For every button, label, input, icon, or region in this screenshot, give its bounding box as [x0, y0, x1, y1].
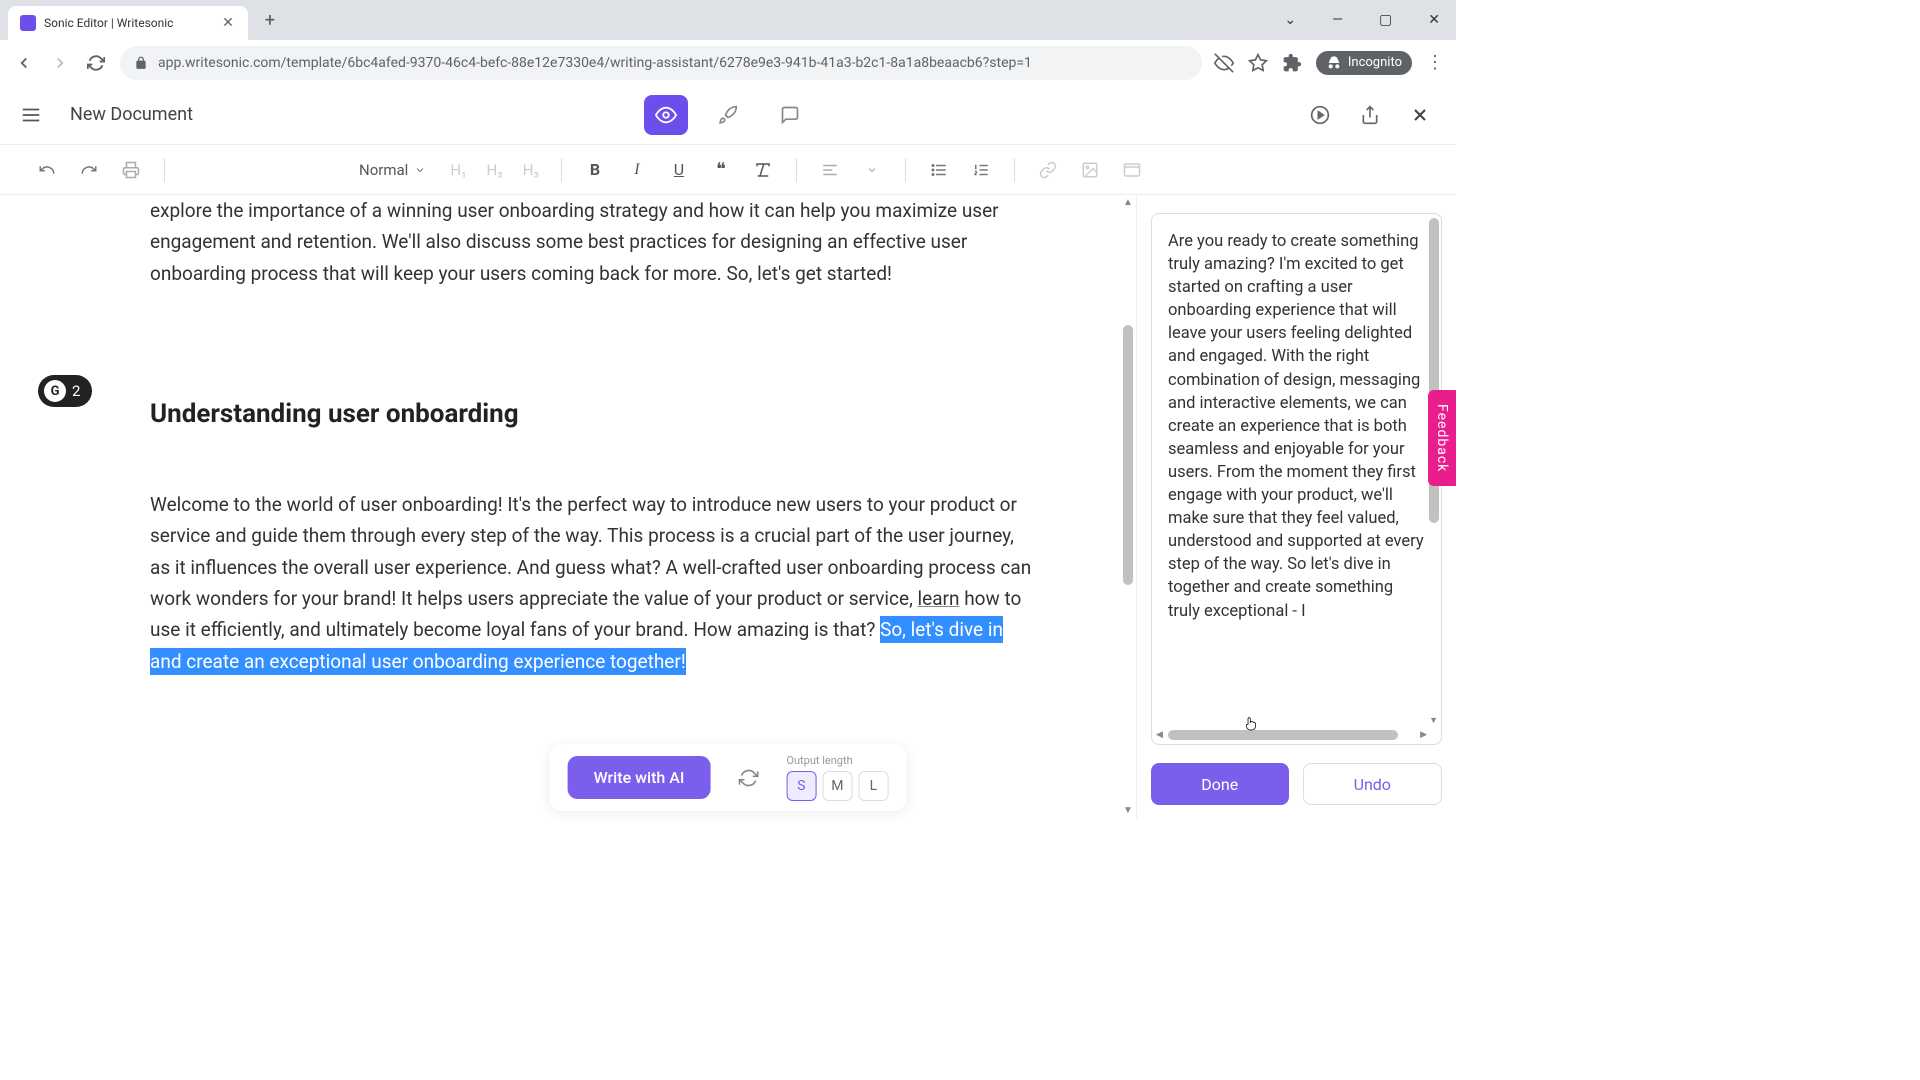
align-dropdown[interactable] [855, 153, 889, 187]
bullet-list-button[interactable] [922, 153, 956, 187]
paragraph[interactable]: explore the importance of a winning user… [150, 195, 1036, 289]
h1-button[interactable]: H₁ [444, 161, 472, 179]
print-button[interactable] [114, 153, 148, 187]
minimize-button[interactable]: ― [1324, 8, 1351, 32]
grammar-count: 2 [72, 382, 80, 400]
number-list-button[interactable] [964, 153, 998, 187]
close-panel-button[interactable] [1404, 99, 1436, 131]
italic-button[interactable]: I [620, 153, 654, 187]
forward-button[interactable] [48, 51, 72, 75]
style-select[interactable]: Normal [349, 161, 436, 179]
url-text: app.writesonic.com/template/6bc4afed-937… [158, 55, 1188, 71]
heading-2[interactable]: Understanding user onboarding [150, 399, 1036, 429]
extensions-icon[interactable] [1282, 53, 1302, 73]
refresh-button[interactable] [84, 51, 108, 75]
tab-close-icon[interactable]: ✕ [220, 15, 236, 31]
hamburger-menu[interactable] [20, 104, 50, 126]
back-button[interactable] [12, 51, 36, 75]
scroll-down-arrow[interactable]: ▼ [1122, 805, 1134, 817]
video-button[interactable] [1115, 153, 1149, 187]
ai-suggestion-box: Are you ready to create something truly … [1151, 213, 1442, 745]
side-scrollbar-h[interactable]: ◀ ▶ [1156, 730, 1427, 742]
image-button[interactable] [1073, 153, 1107, 187]
paragraph[interactable]: Welcome to the world of user onboarding!… [150, 489, 1036, 677]
preview-button[interactable] [644, 95, 688, 135]
eye-off-icon[interactable] [1214, 53, 1234, 73]
browser-tab[interactable]: Sonic Editor | Writesonic ✕ [8, 6, 248, 40]
write-with-ai-button[interactable]: Write with AI [568, 756, 711, 799]
incognito-badge: Incognito [1316, 51, 1412, 75]
maximize-button[interactable]: ▢ [1371, 8, 1400, 32]
menu-dots-icon[interactable]: ⋮ [1426, 52, 1444, 73]
grammar-badge[interactable]: G 2 [38, 375, 92, 407]
h2-button[interactable]: H₂ [481, 161, 509, 179]
grammarly-icon: G [44, 380, 66, 402]
ai-suggestion-text[interactable]: Are you ready to create something truly … [1168, 230, 1425, 650]
close-window-button[interactable]: ✕ [1420, 8, 1448, 32]
undo-button[interactable] [30, 153, 64, 187]
tab-favicon [20, 15, 36, 31]
done-button[interactable]: Done [1151, 763, 1289, 805]
spellcheck-word[interactable]: learn [918, 587, 960, 610]
new-tab-button[interactable]: + [256, 6, 284, 34]
star-icon[interactable] [1248, 53, 1268, 73]
feedback-tab[interactable]: Feedback [1428, 390, 1456, 486]
scrollbar-thumb[interactable] [1123, 325, 1133, 585]
link-button[interactable] [1031, 153, 1065, 187]
h3-button[interactable]: H₃ [517, 161, 545, 179]
url-bar[interactable]: app.writesonic.com/template/6bc4afed-937… [120, 46, 1202, 80]
document-title[interactable]: New Document [70, 104, 193, 125]
chat-button[interactable] [768, 95, 812, 135]
ai-toolbar: Write with AI Output length S M L [550, 744, 907, 811]
align-button[interactable] [813, 153, 847, 187]
length-m[interactable]: M [822, 771, 852, 801]
share-button[interactable] [1354, 99, 1386, 131]
quote-button[interactable]: ❝ [704, 153, 738, 187]
lock-icon [134, 56, 148, 70]
clear-format-button[interactable] [746, 153, 780, 187]
redo-button[interactable] [72, 153, 106, 187]
length-l[interactable]: L [858, 771, 888, 801]
undo-button[interactable]: Undo [1303, 763, 1443, 805]
rocket-button[interactable] [706, 95, 750, 135]
chevron-down-icon[interactable]: ⌄ [1276, 8, 1304, 32]
play-button[interactable] [1304, 99, 1336, 131]
bold-button[interactable]: B [578, 153, 612, 187]
length-s[interactable]: S [786, 771, 816, 801]
output-length-label: Output length [786, 754, 888, 767]
underline-button[interactable]: U [662, 153, 696, 187]
tab-title: Sonic Editor | Writesonic [44, 16, 212, 30]
regenerate-button[interactable] [730, 760, 766, 796]
